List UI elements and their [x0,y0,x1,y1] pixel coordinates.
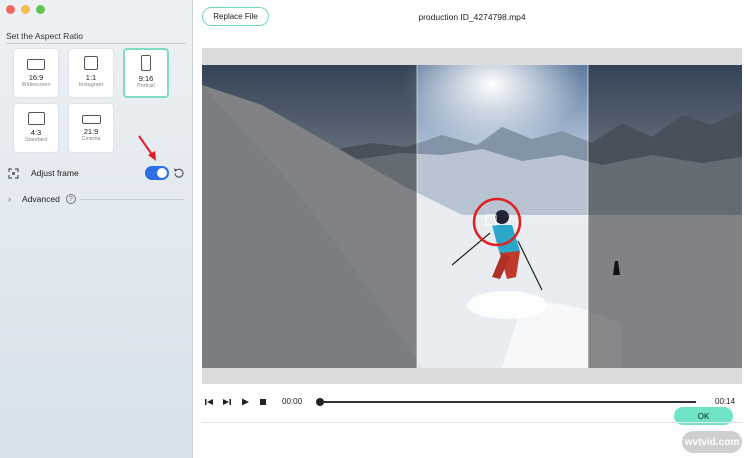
duration: 00:14 [715,397,736,406]
help-icon[interactable]: ? [65,194,76,204]
adjust-frame-label: Adjust frame [31,168,79,178]
preview-area: OK [202,48,742,425]
ratio-name: Widescreen [21,82,51,88]
ratio-value: 21:9 [83,127,99,136]
window-controls [6,5,45,14]
chevron-right-icon: › [8,194,11,204]
ratio-option-4-3[interactable]: 4:3 Standard [13,103,59,153]
ratio-name: Standard [24,137,48,143]
playback-controls: 00:00 00:14 [202,394,742,410]
file-name: production ID_4274798.mp4 [418,12,526,22]
play-icon[interactable] [240,397,250,407]
ratio-name: Portrait [137,83,155,89]
ratio-option-1-1[interactable]: 1:1 Instagram [68,48,114,98]
stop-icon[interactable] [258,397,268,407]
minimize-window-button[interactable] [21,5,30,14]
step-backward-icon[interactable] [204,397,214,407]
zoom-window-button[interactable] [36,5,45,14]
ratio-option-21-9[interactable]: 21:9 Cinema [68,103,114,153]
ratio-name: Instagram [78,82,104,88]
sidebar: Set the Aspect Ratio 16:9 Widescreen 1:1… [0,0,193,458]
portrait-icon [141,55,151,71]
current-time: 00:00 [282,397,303,406]
ratio-name: Cinema [81,136,101,142]
aspect-ratio-section-title: Set the Aspect Ratio [6,31,84,41]
red-arrow-annotation [138,135,156,161]
adjust-frame-toggle[interactable] [145,166,169,180]
timeline-track[interactable] [320,401,696,403]
standard-icon [27,112,45,125]
cinema-icon [81,115,101,124]
bottom-divider [202,422,742,423]
step-forward-icon[interactable] [222,397,232,407]
toggle-knob [157,168,167,178]
ratio-value: 16:9 [28,73,44,82]
ratio-value: 4:3 [30,128,42,137]
timeline-thumb[interactable] [316,398,324,406]
widescreen-icon [27,59,45,70]
section-divider [6,43,186,44]
watermark: wvtvid.com [682,431,742,453]
ratio-option-16-9[interactable]: 16:9 Widescreen [13,48,59,98]
main-area: Replace File production ID_4274798.mp4 O… [194,0,750,458]
video-scene [202,65,742,368]
ratio-value: 9:16 [138,74,154,83]
ratio-value: 1:1 [85,73,97,82]
square-icon [84,56,98,70]
close-window-button[interactable] [6,5,15,14]
adjust-frame-row: Adjust frame [8,164,186,182]
video-frame[interactable] [202,65,742,368]
advanced-label: Advanced [22,194,60,204]
adjust-frame-icon [8,167,19,179]
reset-icon[interactable] [173,167,185,179]
advanced-divider [80,199,184,200]
ratio-option-9-16[interactable]: 9:16 Portrait [123,48,169,98]
